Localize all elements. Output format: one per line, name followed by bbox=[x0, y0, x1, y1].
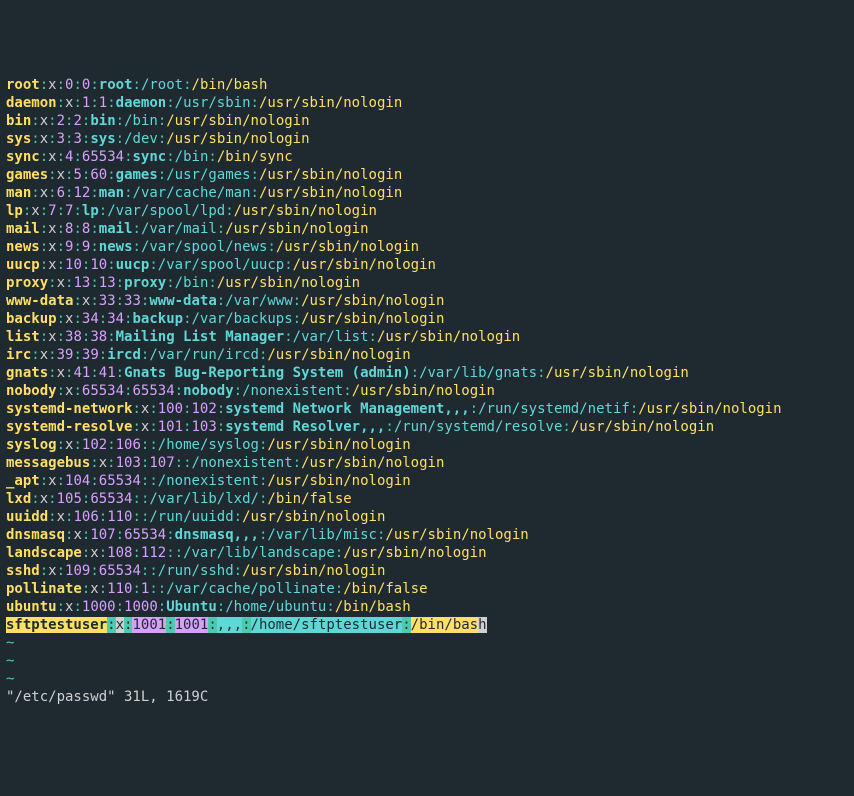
passwd-entry: dnsmasq:x:107:65534:dnsmasq,,,:/var/lib/… bbox=[6, 526, 848, 544]
passwd-entry: backup:x:34:34:backup:/var/backups:/usr/… bbox=[6, 310, 848, 328]
passwd-entry: sys:x:3:3:sys:/dev:/usr/sbin/nologin bbox=[6, 130, 848, 148]
terminal-viewport[interactable]: root:x:0:0:root:/root:/bin/bashdaemon:x:… bbox=[6, 76, 848, 706]
passwd-entry: www-data:x:33:33:www-data:/var/www:/usr/… bbox=[6, 292, 848, 310]
passwd-entry: lp:x:7:7:lp:/var/spool/lpd:/usr/sbin/nol… bbox=[6, 202, 848, 220]
empty-line-tilde: ~ bbox=[6, 652, 848, 670]
passwd-entry: systemd-resolve:x:101:103:systemd Resolv… bbox=[6, 418, 848, 436]
passwd-entry: games:x:5:60:games:/usr/games:/usr/sbin/… bbox=[6, 166, 848, 184]
passwd-entry: _apt:x:104:65534::/nonexistent:/usr/sbin… bbox=[6, 472, 848, 490]
passwd-entry: daemon:x:1:1:daemon:/usr/sbin:/usr/sbin/… bbox=[6, 94, 848, 112]
passwd-entry: uuidd:x:106:110::/run/uuidd:/usr/sbin/no… bbox=[6, 508, 848, 526]
passwd-entry: proxy:x:13:13:proxy:/bin:/usr/sbin/nolog… bbox=[6, 274, 848, 292]
passwd-entry: man:x:6:12:man:/var/cache/man:/usr/sbin/… bbox=[6, 184, 848, 202]
passwd-entry: systemd-network:x:100:102:systemd Networ… bbox=[6, 400, 848, 418]
passwd-entry: sftptestuser:x:1001:1001:,,,:/home/sftpt… bbox=[6, 616, 848, 634]
passwd-entry: ubuntu:x:1000:1000:Ubuntu:/home/ubuntu:/… bbox=[6, 598, 848, 616]
empty-line-tilde: ~ bbox=[6, 634, 848, 652]
passwd-entry: sshd:x:109:65534::/run/sshd:/usr/sbin/no… bbox=[6, 562, 848, 580]
passwd-entry: pollinate:x:110:1::/var/cache/pollinate:… bbox=[6, 580, 848, 598]
passwd-entry: nobody:x:65534:65534:nobody:/nonexistent… bbox=[6, 382, 848, 400]
vim-status-line: "/etc/passwd" 31L, 1619C bbox=[6, 688, 848, 706]
passwd-entry: root:x:0:0:root:/root:/bin/bash bbox=[6, 76, 848, 94]
passwd-entry: sync:x:4:65534:sync:/bin:/bin/sync bbox=[6, 148, 848, 166]
passwd-entry: syslog:x:102:106::/home/syslog:/usr/sbin… bbox=[6, 436, 848, 454]
passwd-entry: mail:x:8:8:mail:/var/mail:/usr/sbin/nolo… bbox=[6, 220, 848, 238]
passwd-entry: gnats:x:41:41:Gnats Bug-Reporting System… bbox=[6, 364, 848, 382]
passwd-entry: lxd:x:105:65534::/var/lib/lxd/:/bin/fals… bbox=[6, 490, 848, 508]
passwd-entry: landscape:x:108:112::/var/lib/landscape:… bbox=[6, 544, 848, 562]
empty-line-tilde: ~ bbox=[6, 670, 848, 688]
passwd-entry: messagebus:x:103:107::/nonexistent:/usr/… bbox=[6, 454, 848, 472]
passwd-entry: irc:x:39:39:ircd:/var/run/ircd:/usr/sbin… bbox=[6, 346, 848, 364]
passwd-entry: list:x:38:38:Mailing List Manager:/var/l… bbox=[6, 328, 848, 346]
passwd-entry: uucp:x:10:10:uucp:/var/spool/uucp:/usr/s… bbox=[6, 256, 848, 274]
passwd-entry: news:x:9:9:news:/var/spool/news:/usr/sbi… bbox=[6, 238, 848, 256]
passwd-entry: bin:x:2:2:bin:/bin:/usr/sbin/nologin bbox=[6, 112, 848, 130]
